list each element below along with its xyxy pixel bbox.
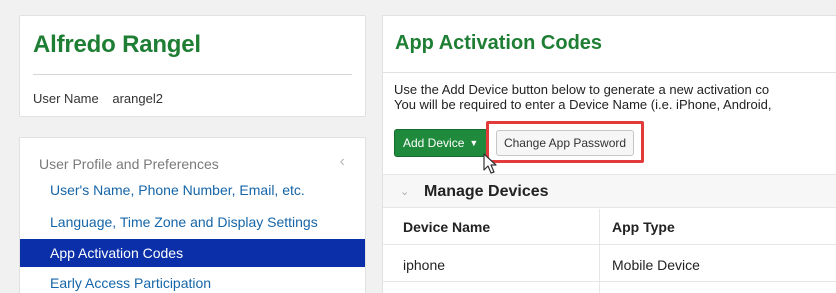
description-line-2: You will be required to enter a Device N… <box>394 97 772 112</box>
table-header-row: Device Name App Type <box>383 209 836 245</box>
sidebar: User Profile and Preferences ‹ User's Na… <box>19 137 366 293</box>
column-header-device-name: Device Name <box>403 219 491 235</box>
divider <box>33 74 352 75</box>
profile-card: Alfredo Rangel User Name arangel2 <box>19 15 366 117</box>
caret-down-icon: ▼ <box>469 138 479 148</box>
section-title: Manage Devices <box>424 183 549 200</box>
chevron-down-icon[interactable]: ⌄ <box>400 185 409 198</box>
sidebar-item-language[interactable]: Language, Time Zone and Display Settings <box>20 208 365 236</box>
column-header-app-type: App Type <box>612 219 675 235</box>
page-title: App Activation Codes <box>395 32 603 54</box>
divider <box>383 72 836 73</box>
chevron-left-icon[interactable]: ‹ <box>340 153 345 171</box>
change-app-password-button[interactable]: Change App Password <box>496 130 634 156</box>
add-device-label: Add Device <box>403 136 465 150</box>
main-panel: App Activation Codes Use the Add Device … <box>382 15 836 293</box>
cell-app-type: Mobile Device <box>612 257 700 273</box>
sidebar-heading: User Profile and Preferences <box>39 156 219 172</box>
user-name-row: User Name arangel2 <box>33 91 163 106</box>
sidebar-item-users-name[interactable]: User's Name, Phone Number, Email, etc. <box>20 176 365 204</box>
cell-device-name: iphone <box>403 257 446 273</box>
description-line-1: Use the Add Device button below to gener… <box>394 82 770 97</box>
table-row[interactable]: iphone Mobile Device <box>383 246 836 282</box>
mouse-cursor-icon <box>483 153 497 174</box>
user-name-label: User Name <box>33 91 99 106</box>
manage-devices-section[interactable]: ⌄ Manage Devices <box>383 174 836 208</box>
user-name-value: arangel2 <box>112 91 163 106</box>
column-divider <box>599 209 600 293</box>
description: Use the Add Device button below to gener… <box>394 82 771 112</box>
profile-full-name: Alfredo Rangel <box>33 31 201 58</box>
sidebar-item-app-activation-codes[interactable]: App Activation Codes <box>20 239 365 267</box>
add-device-button[interactable]: Add Device ▼ <box>394 129 488 157</box>
sidebar-item-early-access[interactable]: Early Access Participation <box>20 269 365 293</box>
